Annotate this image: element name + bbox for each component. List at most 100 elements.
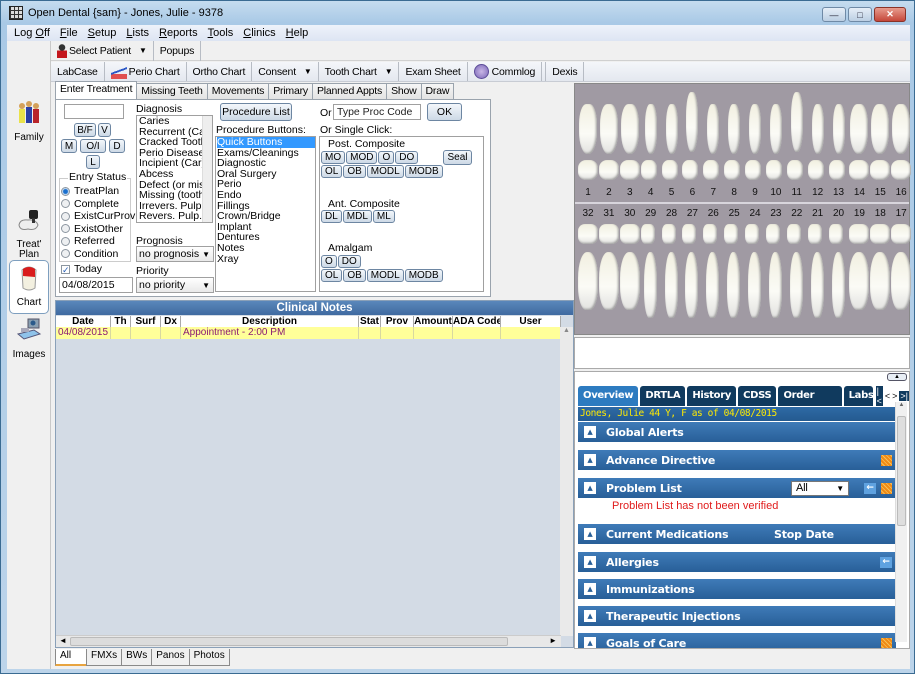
quick-proc-button[interactable]: ML (372, 210, 395, 223)
upper-tooth-root[interactable] (620, 104, 639, 154)
upper-tooth-occlusal[interactable] (682, 160, 699, 180)
section-global-alerts[interactable]: ▲ Global Alerts (578, 422, 896, 442)
lower-tooth-root[interactable] (598, 252, 619, 310)
tab-panos[interactable]: Panos (151, 649, 190, 666)
scroll-thumb[interactable] (70, 637, 508, 646)
upper-tooth-root[interactable] (686, 92, 699, 152)
tooth-chart-button[interactable]: Tooth Chart ▼ (319, 62, 400, 81)
lower-tooth-root[interactable] (643, 252, 657, 318)
upper-tooth-occlusal[interactable] (724, 160, 741, 180)
radio-existother[interactable]: ExistOther (61, 223, 135, 236)
procedure-category-item[interactable]: Perio (217, 179, 315, 190)
procedure-category-item[interactable]: Xray (217, 254, 315, 265)
quick-proc-button[interactable]: MDL (342, 210, 372, 223)
radio-existcurprov[interactable]: ExistCurProv (61, 210, 135, 223)
problem-filter-select[interactable]: All ▼ (791, 480, 849, 496)
lower-tooth-root[interactable] (849, 252, 870, 310)
collapse-triangle-icon[interactable]: ▲ (584, 556, 596, 568)
lower-tooth-occlusal[interactable] (661, 224, 676, 244)
column-header[interactable]: User (501, 316, 561, 327)
upper-tooth-root[interactable] (728, 104, 741, 154)
upper-tooth-root[interactable] (579, 104, 597, 154)
upper-tooth-occlusal[interactable] (703, 160, 720, 180)
commlog-button[interactable]: Commlog (468, 62, 543, 81)
labcase-button[interactable]: LabCase (51, 62, 105, 81)
lower-tooth-occlusal[interactable] (598, 224, 619, 244)
column-header[interactable]: Stat (359, 316, 381, 327)
quick-proc-button[interactable]: OL (321, 269, 343, 282)
column-header[interactable]: Dx (161, 316, 181, 327)
minimize-button[interactable]: — (822, 7, 846, 22)
quick-seal-button[interactable]: Seal (443, 150, 472, 165)
procedure-category-item[interactable]: Dentures (217, 232, 315, 243)
quick-proc-button[interactable]: DL (321, 210, 342, 223)
scroll-left-icon[interactable]: ◄ (59, 636, 67, 645)
radio-complete[interactable]: Complete (61, 198, 135, 211)
tab-planned-appts[interactable]: Planned Appts (311, 83, 388, 99)
lower-tooth-occlusal[interactable] (640, 224, 655, 244)
lower-tooth-root[interactable] (578, 252, 598, 310)
surface-oi-button[interactable]: O/I (80, 139, 106, 153)
surface-l-button[interactable]: L (86, 155, 100, 169)
date-input[interactable]: 04/08/2015 (59, 277, 133, 293)
tab-history[interactable]: History (687, 386, 737, 406)
lower-tooth-occlusal[interactable] (682, 224, 697, 244)
procedure-category-item[interactable]: Diagnostic (217, 158, 315, 169)
tab-fmxs[interactable]: FMXs (86, 649, 123, 666)
surface-m-button[interactable]: M (61, 139, 77, 153)
section-goals-of-care[interactable]: ▲ Goals of Care (578, 633, 896, 648)
column-header[interactable]: Description (181, 316, 359, 327)
procedure-category-item[interactable]: Implant (217, 222, 315, 233)
column-header[interactable]: Th (111, 316, 131, 327)
lower-tooth-root[interactable] (706, 252, 720, 318)
upper-tooth-root[interactable] (790, 92, 803, 152)
section-problem-list[interactable]: ▲ Problem List All ▼ ← (578, 478, 896, 498)
column-header[interactable]: Prov (381, 316, 414, 327)
tab-order-sets[interactable]: Order Sets (778, 386, 842, 421)
scroll-thumb[interactable] (897, 416, 906, 526)
ehr-scrollbar[interactable]: ▲ (895, 402, 907, 642)
exam-sheet-button[interactable]: Exam Sheet (399, 62, 468, 81)
tab-labs[interactable]: Labs/ (843, 386, 873, 406)
lower-tooth-root[interactable] (891, 252, 912, 310)
procedure-category-item[interactable]: Quick Buttons (217, 137, 315, 148)
menu-log-off[interactable]: Log Off (14, 27, 50, 39)
procedure-category-item[interactable]: Exams/Cleanings (217, 148, 315, 159)
edit-icon[interactable] (881, 454, 892, 466)
upper-tooth-root[interactable] (707, 104, 720, 154)
procedure-buttons-list[interactable]: Quick Buttons Exams/Cleanings Diagnostic Or… (215, 136, 316, 292)
tab-overview[interactable]: Overview (578, 386, 639, 406)
lower-tooth-root[interactable] (748, 252, 761, 318)
upper-tooth-root[interactable] (892, 104, 911, 154)
quick-proc-button[interactable]: MODB (404, 165, 443, 178)
quick-proc-button[interactable]: DO (395, 151, 419, 164)
clinical-notes-hscroll[interactable]: ◄ ► (56, 635, 561, 647)
upper-tooth-occlusal[interactable] (786, 160, 803, 180)
dexis-button[interactable]: Dexis (545, 62, 585, 81)
menu-lists[interactable]: Lists (126, 27, 149, 39)
section-advance-directive[interactable]: ▲ Advance Directive (578, 450, 896, 470)
upper-tooth-occlusal[interactable] (765, 160, 782, 180)
tooth-chart[interactable]: 1 2 3 4 5 6 7 8 9 10 11 12 13 14 15 16 32 31 30 29 28 27 26 25 2… (574, 83, 912, 335)
prognosis-select[interactable]: no prognosis ▼ (136, 246, 214, 262)
upper-tooth-occlusal[interactable] (870, 160, 891, 180)
chevron-down-icon[interactable]: ▼ (139, 46, 147, 55)
upper-tooth-occlusal[interactable] (661, 160, 678, 180)
lower-tooth-occlusal[interactable] (703, 224, 718, 244)
quick-proc-button[interactable]: O (378, 151, 395, 164)
quick-proc-button[interactable]: OL (321, 165, 343, 178)
collapse-triangle-icon[interactable]: ▲ (584, 610, 596, 622)
menu-tools[interactable]: Tools (208, 27, 234, 39)
lower-tooth-root[interactable] (727, 252, 741, 318)
quick-proc-button[interactable]: MODB (404, 269, 443, 282)
upper-tooth-root[interactable] (599, 104, 618, 154)
column-header[interactable]: Surf (131, 316, 161, 327)
lower-tooth-occlusal[interactable] (828, 224, 843, 244)
lower-tooth-root[interactable] (685, 252, 699, 318)
module-treat-plan[interactable]: Treat' Plan (9, 207, 49, 260)
column-header[interactable]: Amount (414, 316, 453, 327)
tooth-number-input[interactable] (64, 104, 124, 119)
upper-tooth-occlusal[interactable] (807, 160, 824, 180)
procedure-list-button[interactable]: Procedure List (220, 103, 292, 121)
ok-button[interactable]: OK (427, 103, 462, 121)
